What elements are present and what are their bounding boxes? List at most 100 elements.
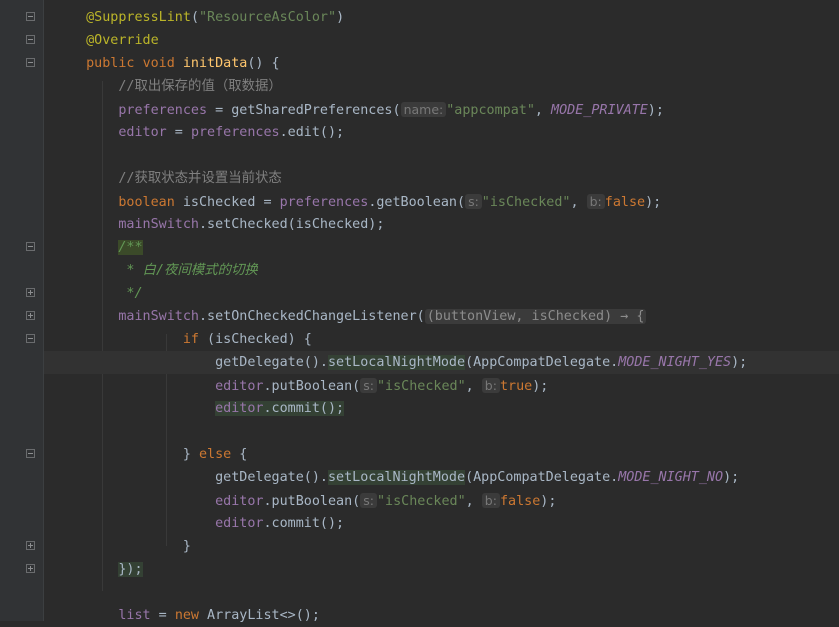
code-line: getDelegate().setLocalNightMode(AppCompa… xyxy=(44,466,839,489)
punct: .commit(); xyxy=(263,401,345,416)
code-line: mainSwitch.setChecked(isChecked); xyxy=(44,213,839,236)
keyword: true xyxy=(499,379,533,394)
fold-marker-icon[interactable] xyxy=(26,58,35,67)
editor-gutter xyxy=(0,0,44,621)
code-line: boolean isChecked = preferences.getBoole… xyxy=(44,190,839,213)
punct: .setChecked(isChecked); xyxy=(199,217,385,232)
punct: , xyxy=(534,103,552,118)
field: preferences xyxy=(190,125,280,140)
method-call: getDelegate(). xyxy=(215,470,328,485)
keyword: false xyxy=(499,494,541,509)
punct: ); xyxy=(731,355,748,370)
fold-marker-icon[interactable] xyxy=(26,564,35,573)
code-line: editor.putBoolean(s: "isChecked", b: false… xyxy=(44,489,839,512)
string: "appcompat" xyxy=(446,103,535,118)
punct: ) xyxy=(336,10,345,25)
punct: ); xyxy=(540,494,557,509)
field: preferences xyxy=(118,103,208,118)
field: preferences xyxy=(279,195,369,210)
code-line: mainSwitch.setOnCheckedChangeListener((b… xyxy=(44,305,839,328)
fold-marker-icon[interactable] xyxy=(26,541,35,550)
constant: MODE_NIGHT_YES xyxy=(618,355,732,370)
string: "ResourceAsColor" xyxy=(199,10,337,25)
method-call: setLocalNightMode xyxy=(328,355,466,370)
doc-comment: */ xyxy=(118,286,143,301)
keyword: void xyxy=(142,56,175,71)
code-line: }); xyxy=(44,558,839,581)
field: mainSwitch xyxy=(118,217,199,232)
code-line: //取出保存的值（取数据） xyxy=(44,75,839,98)
param-hint: name: xyxy=(400,102,447,117)
punct: ); xyxy=(645,195,662,210)
param-hint: s: xyxy=(465,194,482,209)
constant: MODE_PRIVATE xyxy=(551,103,648,118)
punct: } xyxy=(182,447,199,462)
keyword: public xyxy=(86,56,135,71)
fold-marker-icon[interactable] xyxy=(26,288,35,297)
fold-marker-icon[interactable] xyxy=(26,311,35,320)
punct: .setOnCheckedChangeListener( xyxy=(199,309,425,324)
punct: isChecked = xyxy=(174,195,280,210)
fold-marker-icon[interactable] xyxy=(26,12,35,21)
method-call: setLocalNightMode xyxy=(328,470,466,485)
code-line: editor.commit(); xyxy=(44,512,839,535)
doc-comment: * 白/夜间模式的切换 xyxy=(118,263,258,278)
code-line: } xyxy=(44,535,839,558)
code-line: */ xyxy=(44,282,839,305)
keyword: boolean xyxy=(118,195,175,210)
keyword: false xyxy=(604,195,646,210)
param-hint: s: xyxy=(360,493,377,508)
punct: ( xyxy=(190,10,199,25)
punct: .putBoolean( xyxy=(263,379,361,394)
param-hint: b: xyxy=(481,378,500,393)
punct: { xyxy=(231,447,248,462)
fold-marker-icon[interactable] xyxy=(26,35,35,44)
punct: (AppCompatDelegate. xyxy=(465,470,619,485)
punct: , xyxy=(465,494,482,509)
punct: () { xyxy=(247,56,280,71)
string: "isChecked" xyxy=(376,494,466,509)
punct: , xyxy=(570,195,587,210)
code-line-current: getDelegate().setLocalNightMode(AppCompa… xyxy=(44,351,839,374)
punct: , xyxy=(465,379,482,394)
doc-comment: /** xyxy=(118,240,143,255)
code-line: //获取状态并设置当前状态 xyxy=(44,167,839,190)
code-line: * 白/夜间模式的切换 xyxy=(44,259,839,282)
code-line: editor.commit(); xyxy=(44,397,839,420)
code-line: @Override xyxy=(44,29,839,52)
code-line: public void initData() { xyxy=(44,52,839,75)
string: "isChecked" xyxy=(376,379,466,394)
field: mainSwitch xyxy=(118,309,199,324)
method-call: getSharedPreferences( xyxy=(231,103,401,118)
param-hint: b: xyxy=(586,194,605,209)
string: "isChecked" xyxy=(481,195,571,210)
fold-marker-icon[interactable] xyxy=(26,334,35,343)
field: editor xyxy=(215,401,264,416)
field: editor xyxy=(215,494,264,509)
punct: = xyxy=(207,103,232,118)
punct: ); xyxy=(723,470,740,485)
keyword: else xyxy=(199,447,232,462)
code-line: preferences = getSharedPreferences(name:… xyxy=(44,98,839,121)
annotation: @Override xyxy=(86,33,159,48)
punct: }); xyxy=(118,562,143,577)
fold-marker-icon[interactable] xyxy=(26,449,35,458)
annotation: @SuppressLint xyxy=(86,10,191,25)
punct: = xyxy=(166,125,191,140)
param-hint: b: xyxy=(481,493,500,508)
code-editor[interactable]: @SuppressLint("ResourceAsColor") @Overri… xyxy=(44,0,839,623)
punct: .edit(); xyxy=(279,125,345,140)
code-line: editor.putBoolean(s: "isChecked", b: true)… xyxy=(44,374,839,397)
field: editor xyxy=(118,125,167,140)
punct: ); xyxy=(647,103,664,118)
comment: //取出保存的值（取数据） xyxy=(118,79,282,94)
punct: } xyxy=(182,539,191,554)
comment: //获取状态并设置当前状态 xyxy=(118,171,282,186)
punct: .putBoolean( xyxy=(263,494,361,509)
param-hint: s: xyxy=(360,378,377,393)
folded-lambda[interactable]: (buttonView, isChecked) → { xyxy=(424,309,647,324)
code-line: list = new ArrayList<>(); xyxy=(44,604,839,627)
fold-marker-icon[interactable] xyxy=(26,242,35,251)
method-call: getDelegate(). xyxy=(215,355,328,370)
punct: (isChecked) { xyxy=(199,332,312,347)
